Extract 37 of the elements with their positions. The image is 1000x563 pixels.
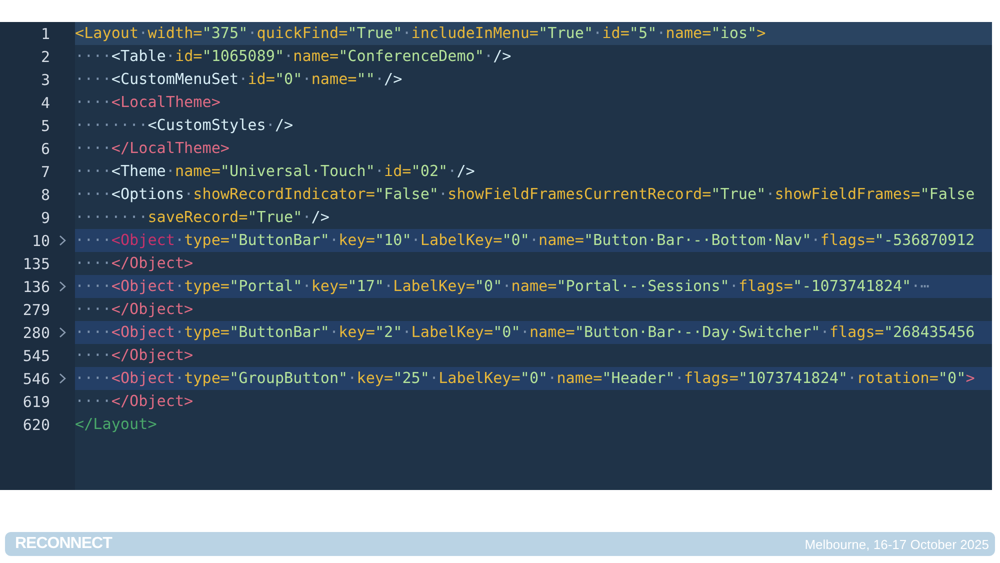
line-number: 5: [40, 116, 50, 134]
line-number: 7: [40, 162, 50, 180]
code-line: ····<CustomMenuSet·id="0"·name=""·/>: [75, 69, 404, 90]
code-line: ····</Object>: [75, 345, 194, 366]
code-line: ····</LocalTheme>: [75, 138, 230, 159]
brand-logo: RECONNECT: [15, 535, 112, 553]
code-line: ····</Object>: [75, 299, 194, 320]
line-number: 135: [22, 254, 50, 272]
line-number: 620: [22, 416, 50, 434]
code-line: ····</Object>: [75, 391, 194, 412]
chevron-icon[interactable]: [59, 373, 66, 384]
code-line: ····<Options·showRecordIndicator="False"·showFieldFramesCurrentRecord="True"·showFieldFrames="False: [75, 184, 976, 205]
event-caption: Melbourne, 16-17 October 2025: [804, 536, 989, 552]
line-number: 546: [22, 370, 50, 388]
code-line: ····<Table·id="1065089"·name="ConferenceDemo"·/>: [75, 46, 512, 67]
line-number: 8: [40, 186, 50, 204]
code-line: ····</Object>: [75, 253, 194, 274]
line-number: 4: [40, 94, 50, 112]
chevron-icon[interactable]: [59, 327, 66, 338]
code-line: </Layout>: [75, 414, 158, 435]
line-number: 2: [40, 48, 50, 66]
line-number: 9: [40, 208, 50, 226]
line-number: 545: [22, 346, 50, 364]
chevron-icon[interactable]: [59, 235, 66, 246]
line-number: 1: [40, 24, 50, 42]
line-number: 136: [22, 278, 50, 296]
line-number: 3: [40, 70, 50, 88]
code-line: ········saveRecord="True"·/>: [75, 207, 330, 228]
chevron-icon[interactable]: [59, 281, 66, 292]
line-number: 6: [40, 140, 50, 158]
line-number: 279: [22, 300, 50, 318]
code-line: ····<LocalTheme>: [75, 92, 222, 113]
code-line: ····<Theme·name="Universal·Touch"·id="02"·/>: [75, 161, 476, 182]
code-line: ········<CustomStyles·/>: [75, 115, 294, 136]
line-number: 280: [22, 324, 50, 342]
line-number: 10: [30, 232, 50, 250]
line-number: 619: [22, 392, 50, 410]
